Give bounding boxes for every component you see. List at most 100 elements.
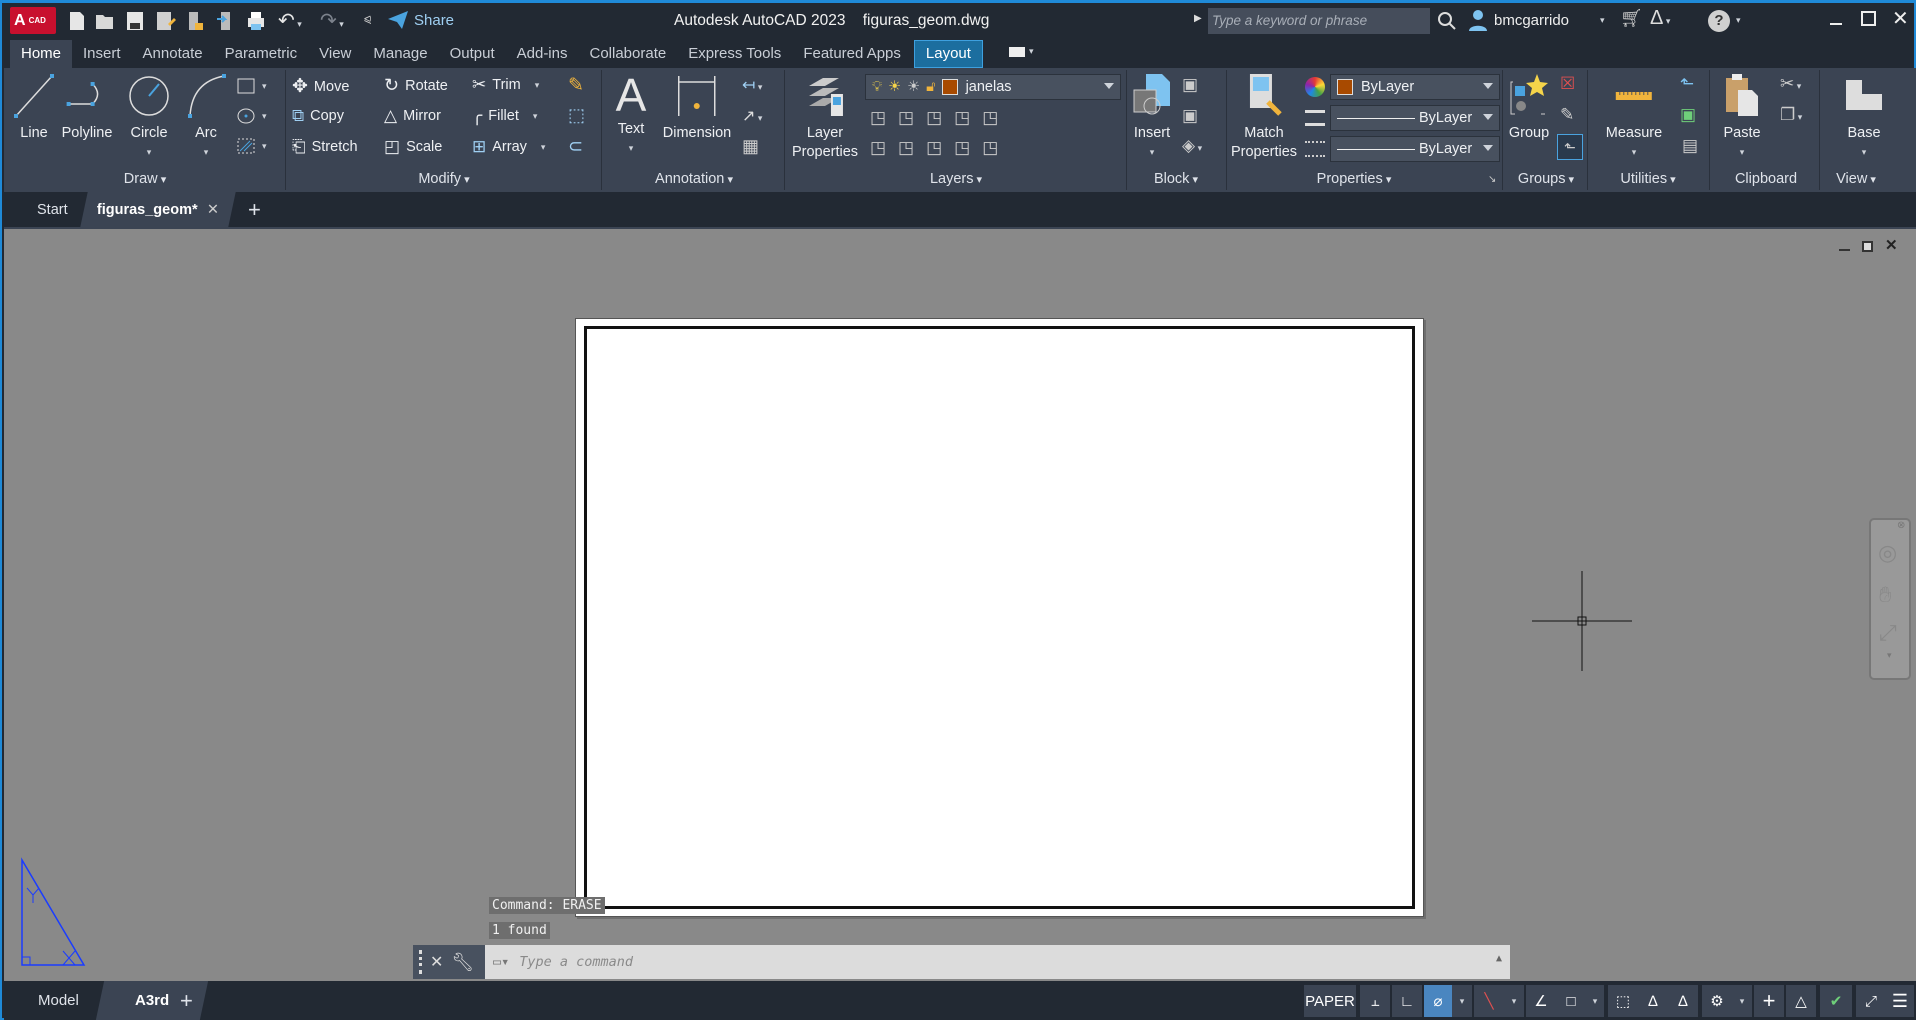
layer-properties-button[interactable]: Layer Properties <box>792 72 858 162</box>
customization-menu-icon[interactable]: ☰ <box>1886 985 1914 1017</box>
new-layout-button[interactable]: + <box>180 981 193 1020</box>
draw-panel-title[interactable]: Draw <box>124 171 166 187</box>
line-button[interactable]: Line <box>12 72 56 143</box>
color-wheel-icon[interactable] <box>1305 77 1325 97</box>
ribbon-display-arrow-icon[interactable]: ▾ <box>1029 46 1034 68</box>
modify-panel-title[interactable]: Modify <box>418 171 469 187</box>
minimize-button[interactable] <box>1830 23 1842 25</box>
move-button[interactable]: ✥ Move <box>292 75 349 98</box>
annotation-panel-title[interactable]: Annotation <box>655 171 733 187</box>
color-dropdown[interactable]: ByLayer <box>1330 74 1500 100</box>
ungroup-icon[interactable]: ☒ <box>1560 74 1575 94</box>
tab-parametric[interactable]: Parametric <box>214 40 309 68</box>
rotate-button[interactable]: ↻ Rotate <box>384 75 448 96</box>
ortho-mode-icon[interactable]: ∟ <box>1392 985 1422 1017</box>
isolate-objects-icon[interactable]: △ <box>1786 985 1816 1017</box>
view-panel-title[interactable]: View <box>1836 171 1876 187</box>
pan-hand-icon[interactable]: ✋︎ <box>1879 582 1892 608</box>
stretch-button[interactable]: ⎗ Stretch <box>292 137 358 157</box>
recent-commands-icon[interactable]: ▭▾ <box>493 954 509 970</box>
user-icon[interactable] <box>1468 9 1488 31</box>
command-history-toggle-icon[interactable]: ▲ <box>1496 953 1502 964</box>
workspace-gear-icon[interactable]: ⚙ <box>1702 985 1732 1017</box>
match-properties-button[interactable]: Match Properties <box>1231 72 1297 162</box>
text-button[interactable]: A Text ▾ <box>616 70 647 158</box>
polar-tracking-icon[interactable]: ⌀ <box>1424 985 1452 1017</box>
new-tab-button[interactable]: + <box>248 192 261 227</box>
clipboard-panel-title[interactable]: Clipboard <box>1735 171 1797 187</box>
dimension-button[interactable]: Dimension <box>663 72 731 143</box>
drawing-status-check-icon[interactable]: ✔ <box>1820 985 1852 1017</box>
undo-button[interactable]: ↶ ▾ <box>278 8 302 33</box>
command-line-grip-icon[interactable] <box>419 950 422 974</box>
annotation-monitor-icon[interactable]: + <box>1754 985 1784 1017</box>
rectangle-button[interactable]: ▾ <box>236 77 267 95</box>
arc-button[interactable]: Arc ▾ <box>184 72 228 162</box>
tab-collaborate[interactable]: Collaborate <box>578 40 677 68</box>
linetype-dropdown[interactable]: ByLayer <box>1330 105 1500 131</box>
tab-insert[interactable]: Insert <box>72 40 132 68</box>
circle-button[interactable]: Circle ▾ <box>127 72 171 162</box>
user-menu-arrow-icon[interactable]: ▾ <box>1600 15 1605 26</box>
close-tab-icon[interactable]: ✕ <box>207 202 219 218</box>
help-menu-arrow-icon[interactable]: ▾ <box>1736 15 1741 26</box>
annotation-visibility-icon[interactable]: ∆ <box>1638 985 1668 1017</box>
ellipse-button[interactable]: ▾ <box>236 107 267 125</box>
customize-quick-access-icon[interactable]: ⪨ <box>364 11 371 27</box>
paste-button[interactable]: Paste ▾ <box>1720 72 1764 162</box>
polar-menu-arrow-icon[interactable]: ▾ <box>1452 985 1472 1017</box>
snap-mode-icon[interactable]: ⫠ <box>1360 985 1390 1017</box>
polyline-button[interactable]: Polyline <box>62 72 112 143</box>
layers-panel-title[interactable]: Layers <box>930 171 982 187</box>
tab-output[interactable]: Output <box>439 40 506 68</box>
save-as-icon[interactable] <box>154 10 176 32</box>
utilities-panel-title[interactable]: Utilities <box>1620 171 1675 187</box>
tab-add-ins[interactable]: Add-ins <box>506 40 579 68</box>
object-snap-tracking-icon[interactable]: ∠ <box>1526 985 1556 1017</box>
offset-icon[interactable]: ⊂ <box>568 136 583 157</box>
group-edit-icon[interactable]: ✎ <box>1560 105 1574 125</box>
base-view-button[interactable]: Base ▾ <box>1842 72 1886 162</box>
ribbon-display-toggle[interactable] <box>1008 47 1025 57</box>
maximize-button[interactable] <box>1861 11 1876 26</box>
command-input[interactable]: ▭▾ Type a command ▲ <box>485 945 1510 979</box>
save-icon[interactable] <box>124 10 146 32</box>
viewport-minimize-icon[interactable] <box>1839 249 1850 251</box>
cart-icon[interactable]: 🛒︎ <box>1620 8 1643 29</box>
lineweight-icon[interactable] <box>1305 141 1325 157</box>
object-snap-icon[interactable]: □ <box>1556 985 1586 1017</box>
plot-icon[interactable] <box>245 10 267 32</box>
tab-manage[interactable]: Manage <box>362 40 438 68</box>
mirror-button[interactable]: △ Mirror <box>384 106 441 126</box>
layer-tools-row-2[interactable]: ◳◳◳◳◳ <box>870 138 1010 158</box>
trim-button[interactable]: ✂ Trim ▾ <box>472 75 539 95</box>
groups-panel-title[interactable]: Groups <box>1518 171 1574 187</box>
start-tab[interactable]: Start <box>37 192 68 227</box>
calculator-icon[interactable]: ▤ <box>1682 136 1698 156</box>
hatch-button[interactable]: ▾ <box>236 137 267 155</box>
nav-bar-close-icon[interactable]: ⊗ <box>1897 520 1905 531</box>
tab-featured-apps[interactable]: Featured Apps <box>792 40 912 68</box>
paper-space-toggle[interactable]: PAPER <box>1304 985 1356 1017</box>
selection-cycling-icon[interactable]: ⬚ <box>1608 985 1638 1017</box>
username[interactable]: bmcgarrido <box>1494 12 1569 29</box>
tab-annotate[interactable]: Annotate <box>132 40 214 68</box>
array-button[interactable]: ⊞ Array ▾ <box>472 137 545 157</box>
linetype-icon[interactable] <box>1305 110 1325 126</box>
scale-button[interactable]: ◰ Scale <box>384 137 442 157</box>
quick-select-icon[interactable]: ⬑ <box>1680 74 1694 94</box>
erase-icon[interactable]: ✎ <box>568 74 584 97</box>
explode-icon[interactable]: ⬚ <box>568 105 585 126</box>
share-button[interactable]: Share <box>387 10 454 30</box>
help-button[interactable]: ? <box>1708 10 1730 32</box>
open-file-icon[interactable] <box>94 10 116 32</box>
layer-tools-row-1[interactable]: ◳◳◳◳◳ <box>870 108 1010 128</box>
zoom-extents-icon[interactable]: ⤢ <box>1879 620 1897 646</box>
copy-clip-icon[interactable]: ❐ ▾ <box>1780 105 1802 125</box>
customize-wrench-icon[interactable]: 🔧︎ <box>451 952 474 973</box>
copy-button[interactable]: ⧉ Copy <box>292 106 344 126</box>
table-icon[interactable]: ▦ <box>742 136 759 157</box>
close-command-line-icon[interactable]: ✕ <box>430 952 443 972</box>
close-window-button[interactable]: ✕ <box>1892 6 1909 31</box>
object-snap-arrow-icon[interactable]: ▾ <box>1586 985 1604 1017</box>
